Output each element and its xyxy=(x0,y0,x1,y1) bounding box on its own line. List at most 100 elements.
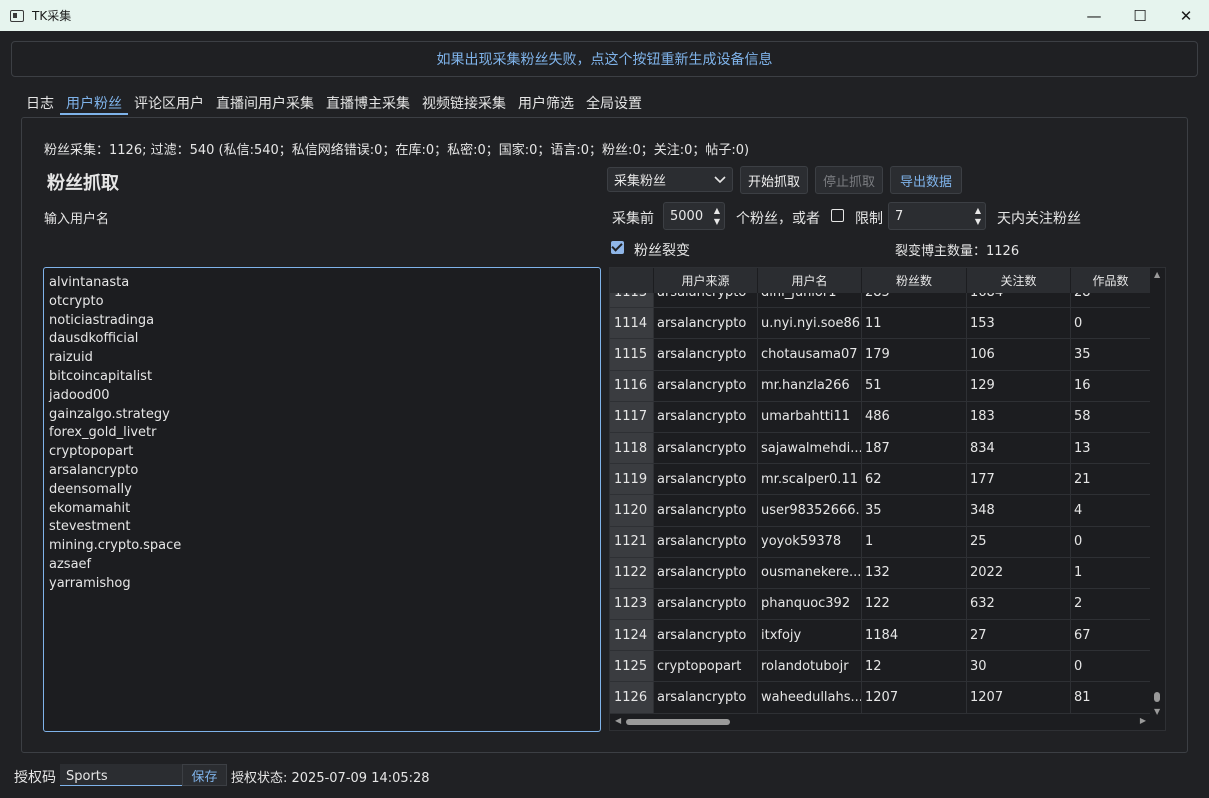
tab-user-followers[interactable]: 用户粉丝 xyxy=(60,93,128,115)
tab-log[interactable]: 日志 xyxy=(20,93,60,115)
table-row[interactable]: 1115 arsalancrypto chotausama07 179 106 35 xyxy=(610,339,1151,371)
scroll-thumb[interactable] xyxy=(626,719,730,725)
username-line: alvintanasta xyxy=(49,275,130,290)
table-cell: 2 xyxy=(1071,588,1151,620)
table-row[interactable]: 1126 arsalancrypto waheedullahs... 1207 1207… xyxy=(610,682,1151,714)
username-textarea[interactable]: alvintanasta otcrypto noticiastradinga daus… xyxy=(43,267,601,732)
username-line: raizuid xyxy=(49,350,93,366)
table-body[interactable]: 1113arsalancryptodini_junior128516842811… xyxy=(610,293,1151,715)
row-index: 1120 xyxy=(610,495,654,526)
table-cell: arsalancrypto xyxy=(654,432,758,464)
scroll-up-icon[interactable]: ▲ xyxy=(1154,270,1160,279)
chevron-down-icon xyxy=(714,171,726,190)
table-row[interactable]: 1113arsalancryptodini_junior1285168428 xyxy=(610,293,1151,309)
table-cell: 1207 xyxy=(862,682,967,713)
tab-global-settings[interactable]: 全局设置 xyxy=(580,93,648,115)
table-row[interactable]: 1125 cryptopopart rolandotubojr 12 30 0 xyxy=(610,651,1151,683)
table-cell: 62 xyxy=(862,464,967,495)
collection-stats: 粉丝采集：1126; 过滤：540 (私信:540；私信网络错误:0；在库:0；… xyxy=(44,143,750,158)
table-cell: mr.hanzla266 xyxy=(758,370,862,401)
tab-comment-users[interactable]: 评论区用户 xyxy=(128,93,210,115)
vertical-scrollbar[interactable]: ▲ ▼ xyxy=(1150,268,1165,716)
table-cell: 35 xyxy=(862,495,967,526)
table-row[interactable]: 1123 arsalancrypto phanquoc392 122 632 2 xyxy=(610,588,1151,621)
table-row[interactable]: 1114 arsalancrypto u.nyi.nyi.soe86 11 153 0 xyxy=(610,308,1151,340)
tab-video-links[interactable]: 视频链接采集 xyxy=(416,93,512,115)
table-cell: 177 xyxy=(967,464,1071,495)
spin-arrows-icon[interactable]: ▲ ▼ xyxy=(714,205,720,227)
username-line: jadood00 xyxy=(49,387,110,403)
column-header[interactable]: 用户名 xyxy=(758,268,862,293)
maximize-button[interactable]: ☐ xyxy=(1117,0,1163,31)
table-cell: 13 xyxy=(1071,432,1151,464)
table-cell: arsalancrypto xyxy=(654,526,758,557)
stop-button[interactable]: 停止抓取 xyxy=(815,166,883,194)
row-index: 1119 xyxy=(610,464,654,495)
scroll-left-icon[interactable]: ◀ xyxy=(615,716,621,725)
table-row[interactable]: 1119 arsalancrypto mr.scalper0.11 62 177 21 xyxy=(610,464,1151,496)
row-index: 1124 xyxy=(610,620,654,651)
column-header[interactable]: 粉丝数 xyxy=(862,268,967,293)
table-cell: arsalancrypto xyxy=(654,464,758,495)
table-cell: 1 xyxy=(1071,557,1151,588)
table-cell: 0 xyxy=(1071,651,1151,682)
column-header[interactable] xyxy=(610,268,654,293)
table-row[interactable]: 1120 arsalancrypto user98352666... 35 348 4 xyxy=(610,495,1151,527)
scroll-right-icon[interactable]: ▶ xyxy=(1140,716,1146,725)
license-code-input[interactable] xyxy=(60,764,182,786)
table-cell: arsalancrypto xyxy=(654,682,758,713)
table-cell: 1684 xyxy=(967,293,1071,308)
table-cell: 28 xyxy=(1071,293,1151,308)
mode-select[interactable]: 采集粉丝 xyxy=(607,167,733,192)
limit-checkbox[interactable] xyxy=(831,209,844,222)
username-line: yarramishog xyxy=(49,575,131,591)
username-line: azsaef xyxy=(49,556,92,572)
regenerate-device-banner-button[interactable]: 如果出现采集粉丝失败，点这个按钮重新生成设备信息 xyxy=(11,41,1198,77)
collect-before-label: 采集前 xyxy=(612,211,654,227)
row-index: 1116 xyxy=(610,370,654,401)
table-row[interactable]: 1122 arsalancrypto ousmanekere... 132 2022 1 xyxy=(610,557,1151,589)
scroll-down-icon[interactable]: ▼ xyxy=(1154,707,1160,716)
follower-count-spinbox[interactable]: 5000 ▲ ▼ xyxy=(663,202,725,230)
table-row[interactable]: 1116 arsalancrypto mr.hanzla266 51 129 16 xyxy=(610,370,1151,402)
column-header[interactable]: 用户来源 xyxy=(654,268,758,293)
fission-label: 粉丝裂变 xyxy=(634,243,690,259)
tab-user-filter[interactable]: 用户筛选 xyxy=(512,93,580,115)
save-button[interactable]: 保存 xyxy=(182,764,227,786)
scroll-thumb[interactable] xyxy=(1154,692,1160,702)
export-button[interactable]: 导出数据 xyxy=(890,166,962,194)
row-index: 1126 xyxy=(610,682,654,713)
row-index: 1117 xyxy=(610,401,654,432)
table-cell: 486 xyxy=(862,401,967,432)
table-cell: 16 xyxy=(1071,370,1151,401)
close-button[interactable]: ✕ xyxy=(1163,0,1209,31)
table-row[interactable]: 1118 arsalancrypto sajawalmehdi... 187 834 13 xyxy=(610,432,1151,465)
table-cell: arsalancrypto xyxy=(654,557,758,588)
table-cell: mr.scalper0.11 xyxy=(758,464,862,495)
table-row[interactable]: 1117 arsalancrypto umarbahtti11 486 183 58 xyxy=(610,401,1151,433)
tab-live-hosts[interactable]: 直播博主采集 xyxy=(320,93,416,115)
table-row[interactable]: 1124 arsalancrypto itxfojy 1184 27 67 xyxy=(610,620,1151,652)
tab-live-room-users[interactable]: 直播间用户采集 xyxy=(210,93,320,115)
table-cell: yoyok59378 xyxy=(758,526,862,557)
table-header: 用户来源 用户名 粉丝数 关注数 作品数 xyxy=(610,268,1151,293)
license-code-label: 授权码 xyxy=(14,770,56,786)
limit-label: 限制 xyxy=(855,211,883,227)
days-spinbox[interactable]: 7 ▲ ▼ xyxy=(888,202,986,230)
minimize-button[interactable]: — xyxy=(1071,0,1117,31)
spin-arrows-icon[interactable]: ▲ ▼ xyxy=(975,205,981,227)
table-row[interactable]: 1121 arsalancrypto yoyok59378 1 25 0 xyxy=(610,526,1151,558)
table-cell: sajawalmehdi... xyxy=(758,432,862,464)
column-header[interactable]: 作品数 xyxy=(1071,268,1151,293)
username-line: gainzalgo.strategy xyxy=(49,406,170,422)
start-button[interactable]: 开始抓取 xyxy=(740,166,808,194)
count-suffix-label: 个粉丝，或者 xyxy=(736,211,820,227)
table-cell: ousmanekere... xyxy=(758,557,862,588)
fission-checkbox[interactable] xyxy=(611,241,624,254)
follower-count-value: 5000 xyxy=(670,208,704,224)
horizontal-scrollbar[interactable]: ◀ ▶ xyxy=(610,714,1151,730)
column-header[interactable]: 关注数 xyxy=(967,268,1071,293)
table-cell: 632 xyxy=(967,588,1071,620)
table-cell: 1184 xyxy=(862,620,967,651)
fission-count: 裂变博主数量：1126 xyxy=(895,244,1020,259)
